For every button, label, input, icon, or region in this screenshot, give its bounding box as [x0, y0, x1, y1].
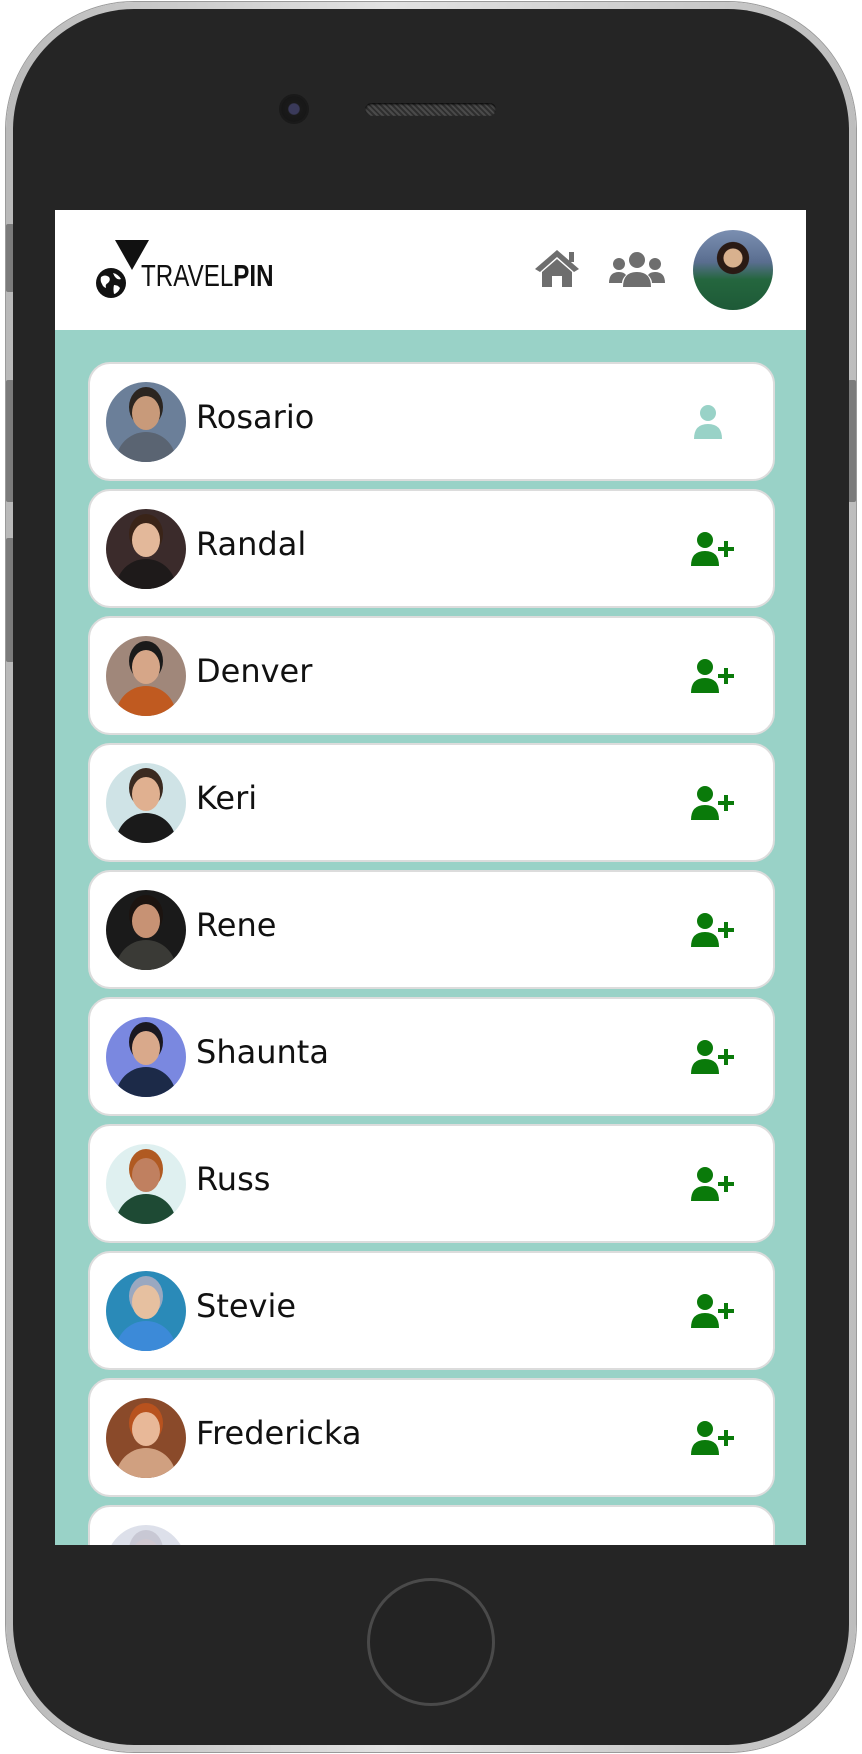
person-name: Russ: [196, 1160, 271, 1198]
avatar: [106, 636, 186, 716]
front-camera: [281, 96, 307, 122]
add-friend-icon[interactable]: [690, 1420, 734, 1456]
logo-text-light: TRAVEL: [141, 258, 234, 293]
person-name: Randal: [196, 525, 307, 563]
power-button: [848, 380, 856, 502]
user-icon[interactable]: [690, 404, 734, 440]
avatar: [106, 1271, 186, 1351]
add-friend-icon[interactable]: [690, 531, 734, 567]
logo-text-bold: PIN: [233, 258, 274, 293]
avatar: [106, 763, 186, 843]
person-name: Rosario: [196, 398, 315, 436]
app-header: TRAVELPIN: [55, 210, 806, 330]
add-friend-icon[interactable]: [690, 1039, 734, 1075]
add-friend-icon[interactable]: [690, 658, 734, 694]
person-name: Keri: [196, 779, 258, 817]
person-card[interactable]: Rosario: [88, 362, 775, 481]
logo-wordmark: TRAVELPIN: [141, 260, 274, 291]
person-name: Rene: [196, 906, 277, 944]
avatar: [106, 1144, 186, 1224]
avatar: [106, 1398, 186, 1478]
add-friend-icon[interactable]: [690, 1166, 734, 1202]
person-card[interactable]: Russ: [88, 1124, 775, 1243]
avatar: [106, 509, 186, 589]
home-icon[interactable]: [533, 248, 581, 288]
earpiece-speaker: [365, 103, 496, 116]
avatar: [106, 1525, 186, 1545]
globe-icon: [96, 268, 126, 298]
person-card[interactable]: [88, 1505, 775, 1545]
users-icon[interactable]: [609, 250, 665, 288]
person-card[interactable]: Shaunta: [88, 997, 775, 1116]
person-card[interactable]: Stevie: [88, 1251, 775, 1370]
person-name: Stevie: [196, 1287, 297, 1325]
person-card[interactable]: Fredericka: [88, 1378, 775, 1497]
add-friend-icon[interactable]: [690, 785, 734, 821]
person-card[interactable]: Rene: [88, 870, 775, 989]
avatar: [106, 890, 186, 970]
travelpin-logo[interactable]: TRAVELPIN: [95, 240, 285, 300]
person-card[interactable]: Denver: [88, 616, 775, 735]
app-screen: TRAVELPIN Rosario Randal Denver Keri Rene Sha…: [55, 210, 806, 1545]
profile-avatar[interactable]: [693, 230, 773, 310]
person-name: Fredericka: [196, 1414, 362, 1452]
avatar: [106, 1017, 186, 1097]
person-name: Shaunta: [196, 1033, 329, 1071]
avatar: [106, 382, 186, 462]
person-name: Denver: [196, 652, 313, 690]
person-card[interactable]: Keri: [88, 743, 775, 862]
home-button[interactable]: [367, 1578, 495, 1706]
person-card[interactable]: Randal: [88, 489, 775, 608]
add-friend-icon[interactable]: [690, 912, 734, 948]
add-friend-icon[interactable]: [690, 1293, 734, 1329]
